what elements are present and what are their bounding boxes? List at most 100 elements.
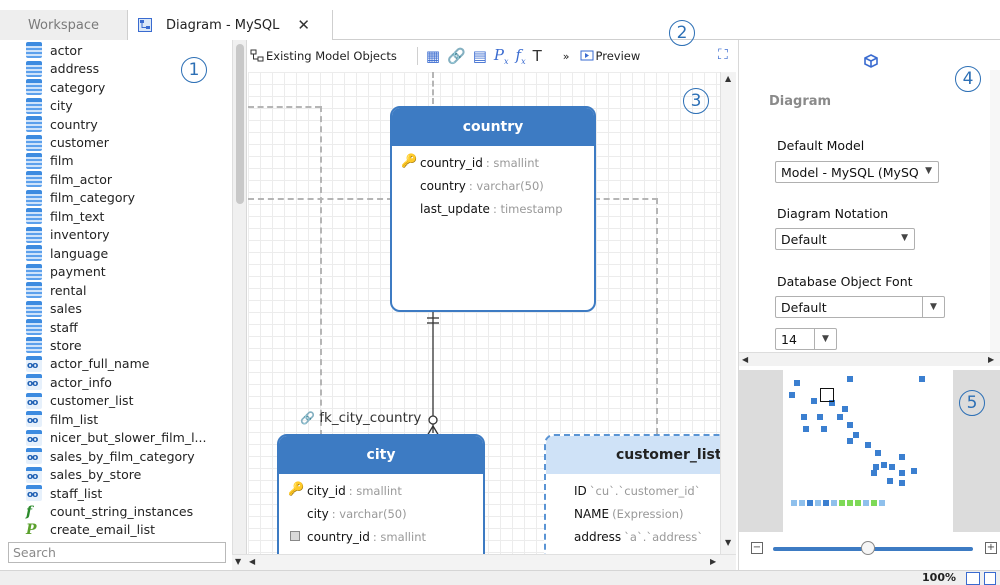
minimap-object: [887, 478, 893, 484]
text-icon[interactable]: T: [533, 47, 542, 65]
minimap-object: [875, 450, 881, 456]
list-item[interactable]: customer: [26, 133, 109, 152]
list-item[interactable]: country: [26, 115, 98, 134]
relationship-label[interactable]: 🔗 fk_city_country: [300, 410, 421, 426]
list-item[interactable]: staff: [26, 318, 78, 337]
zoom-slider-thumb[interactable]: [861, 541, 875, 555]
entity-field[interactable]: ID `cu`.`customer_id`: [546, 479, 720, 502]
entity-field[interactable]: 🔑 country_id: smallint: [392, 151, 594, 174]
tab-diagram[interactable]: Diagram - MySQL ✕: [128, 10, 333, 40]
list-item[interactable]: actor_full_name: [26, 355, 149, 374]
existing-model-objects-label: Existing Model Objects: [266, 49, 397, 63]
entity-field[interactable]: NAME (Expression): [546, 502, 720, 525]
app-window: Workspace Diagram - MySQL ✕ actor address…: [0, 0, 1000, 585]
entity-city[interactable]: city 🔑 city_id: smallint city: varchar(50)…: [277, 434, 485, 554]
table-icon: [26, 134, 42, 151]
zoom-in-icon[interactable]: +: [985, 542, 997, 554]
procedure-icon: P: [26, 521, 37, 538]
view-customer-list[interactable]: customer_list ID `cu`.`customer_id` NAME (E…: [544, 434, 720, 554]
minimap-viewport[interactable]: [820, 388, 834, 402]
list-item[interactable]: language: [26, 244, 108, 263]
entity-field[interactable]: last_update: timestamp: [392, 197, 594, 220]
properties-horizontal-scrollbar[interactable]: ◀ ▶: [739, 352, 1000, 366]
field-type: : varchar(50): [468, 178, 544, 193]
object-list-scrollbar[interactable]: [232, 40, 246, 560]
single-page-icon[interactable]: [966, 572, 980, 585]
tab-workspace[interactable]: Workspace: [0, 10, 128, 40]
existing-model-objects-button[interactable]: Existing Model Objects: [250, 49, 397, 63]
relationship-icon[interactable]: 🔗: [447, 47, 466, 65]
list-item[interactable]: payment: [26, 262, 106, 281]
entity-field[interactable]: 🔑 city_id: smallint: [279, 479, 483, 502]
canvas-vertical-scrollbar[interactable]: ▲ ▼: [720, 72, 736, 554]
list-item[interactable]: city: [26, 96, 73, 115]
entity-country[interactable]: country 🔑 country_id: smallint country: va…: [390, 106, 596, 312]
list-item-label: sales_by_film_category: [50, 448, 195, 464]
list-item[interactable]: sales_by_store: [26, 465, 141, 484]
minimap-object: [919, 376, 925, 382]
scroll-down-icon[interactable]: ▼: [725, 538, 731, 547]
list-item[interactable]: film_list: [26, 410, 98, 429]
diagram-icon: [138, 18, 152, 32]
view-icon: [26, 392, 42, 409]
list-item[interactable]: sales: [26, 299, 82, 318]
preview-button[interactable]: Preview: [580, 49, 640, 63]
canvas-horizontal-scrollbar[interactable]: ▼ ◀ ▶: [232, 554, 736, 570]
scroll-down-icon[interactable]: ▼: [235, 557, 241, 566]
font-select[interactable]: Default ▼: [775, 296, 945, 318]
minimap-object: [821, 426, 827, 432]
multi-page-icon[interactable]: [984, 572, 996, 585]
default-model-select[interactable]: Model - MySQL (MySQ ▼: [775, 161, 939, 183]
font-size-select[interactable]: 14 ▼: [775, 328, 837, 350]
list-item[interactable]: actor: [26, 41, 82, 60]
list-item[interactable]: film_text: [26, 207, 104, 226]
list-item[interactable]: f count_string_instances: [26, 502, 193, 521]
list-item[interactable]: Pcreate_email_list: [26, 521, 155, 538]
scroll-left-icon[interactable]: ◀: [742, 355, 748, 364]
table-icon: [26, 42, 42, 59]
list-item[interactable]: sales_by_film_category: [26, 447, 195, 466]
chevron-down-icon[interactable]: ▼: [814, 328, 836, 350]
chevron-down-icon[interactable]: ▼: [922, 296, 944, 318]
diagram-canvas[interactable]: 🔗 fk_city_country country 🔑 country_id: s…: [248, 72, 720, 554]
list-item[interactable]: film_category: [26, 189, 135, 208]
search-input[interactable]: [8, 542, 226, 563]
list-item[interactable]: staff_list: [26, 484, 102, 503]
list-item[interactable]: actor_info: [26, 373, 112, 392]
entity-field[interactable]: address `a`.`address`: [546, 525, 720, 548]
list-item[interactable]: store: [26, 336, 82, 355]
scroll-left-icon[interactable]: ◀: [249, 557, 255, 566]
view-icon[interactable]: ▤: [473, 47, 487, 65]
list-item[interactable]: film_actor: [26, 170, 112, 189]
list-item[interactable]: film: [26, 152, 74, 171]
field-type: `a`.`address`: [624, 529, 704, 544]
diagram-notation-select[interactable]: Default ▼: [775, 228, 915, 250]
zoom-out-icon[interactable]: −: [751, 542, 763, 554]
scroll-up-icon[interactable]: ▲: [725, 74, 731, 83]
list-item-label: sales: [50, 301, 82, 317]
primary-key-icon: 🔑: [401, 154, 418, 169]
list-item[interactable]: rental: [26, 281, 87, 300]
close-icon[interactable]: ✕: [297, 16, 310, 34]
table-icon[interactable]: ▦: [426, 47, 440, 65]
list-item[interactable]: category: [26, 78, 105, 97]
entity-field[interactable]: country: varchar(50): [392, 174, 594, 197]
list-item[interactable]: address: [26, 59, 99, 78]
list-item[interactable]: nicer_but_slower_film_l...: [26, 428, 206, 447]
scroll-right-icon[interactable]: ▶: [988, 355, 994, 364]
scrollbar-thumb[interactable]: [236, 44, 244, 204]
list-item[interactable]: inventory: [26, 226, 110, 245]
function-icon[interactable]: fx: [516, 46, 526, 66]
list-item-label: film_category: [50, 190, 136, 206]
overflow-icon[interactable]: »: [563, 50, 570, 63]
scroll-right-icon[interactable]: ▶: [710, 557, 716, 566]
procedure-icon[interactable]: Px: [494, 46, 509, 66]
list-item[interactable]: customer_list: [26, 392, 133, 411]
entity-field[interactable]: city: varchar(50): [279, 502, 483, 525]
preview-icon: [580, 50, 593, 60]
fullscreen-icon[interactable]: ⛶: [718, 47, 728, 63]
properties-scrollbar[interactable]: [990, 70, 1000, 352]
field-name: NAME: [574, 506, 610, 521]
relationship-line[interactable]: [418, 308, 448, 438]
entity-field[interactable]: country_id: smallint: [279, 525, 483, 548]
